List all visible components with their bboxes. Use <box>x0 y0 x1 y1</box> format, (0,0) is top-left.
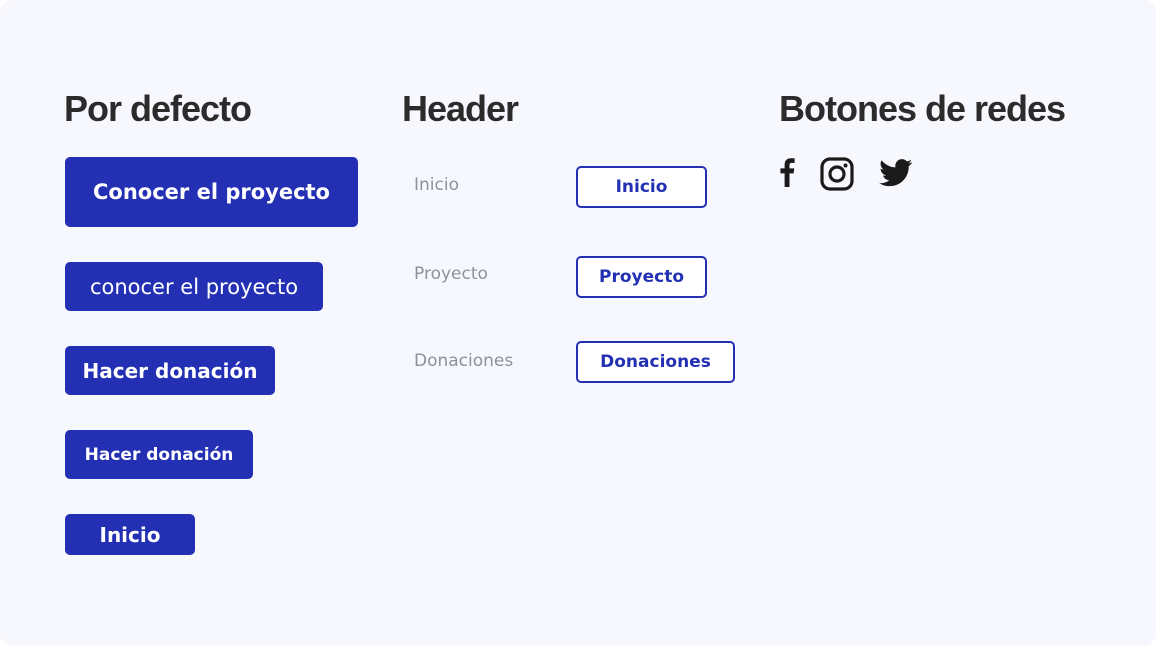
hacer-donacion-button-small[interactable]: Hacer donación <box>65 430 253 479</box>
twitter-icon[interactable] <box>879 159 913 187</box>
style-guide-card: Por defecto Conocer el proyecto conocer … <box>0 0 1156 646</box>
conocer-proyecto-button-large[interactable]: Conocer el proyecto <box>65 157 358 227</box>
nav-link-proyecto[interactable]: Proyecto <box>414 266 488 283</box>
facebook-icon[interactable] <box>779 157 795 187</box>
header-section-title: Header <box>402 88 519 129</box>
default-section-title: Por defecto <box>64 88 252 129</box>
hacer-donacion-button-large[interactable]: Hacer donación <box>65 346 275 395</box>
nav-link-inicio[interactable]: Inicio <box>414 177 459 194</box>
nav-button-inicio[interactable]: Inicio <box>576 166 707 208</box>
nav-button-proyecto[interactable]: Proyecto <box>576 256 707 298</box>
inicio-button[interactable]: Inicio <box>65 514 195 555</box>
nav-link-donaciones[interactable]: Donaciones <box>414 353 513 370</box>
nav-button-donaciones[interactable]: Donaciones <box>576 341 735 383</box>
conocer-proyecto-button-regular[interactable]: conocer el proyecto <box>65 262 323 311</box>
social-section-title: Botones de redes <box>779 88 1066 129</box>
instagram-icon[interactable] <box>820 157 854 191</box>
